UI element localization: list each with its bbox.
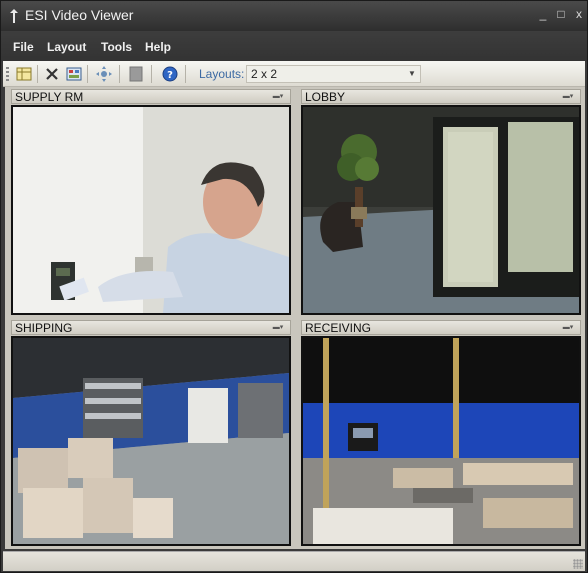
ptz-icon[interactable] bbox=[95, 65, 113, 83]
toolbar: ? Layouts: 2 x 2 ▼ bbox=[3, 61, 585, 87]
resize-grip-icon[interactable] bbox=[573, 559, 583, 569]
toolbar-grip[interactable] bbox=[6, 67, 9, 81]
help-icon[interactable]: ? bbox=[161, 65, 179, 83]
menu-tools[interactable]: Tools bbox=[101, 40, 132, 54]
delete-icon[interactable] bbox=[43, 65, 61, 83]
blank-icon[interactable] bbox=[127, 65, 145, 83]
camera-video[interactable] bbox=[301, 336, 581, 546]
menu-layout[interactable]: Layout bbox=[47, 40, 86, 54]
pane-menu-icon[interactable]: ▬▾ bbox=[272, 324, 284, 332]
camera-pane[interactable]: LOBBY ▬▾ bbox=[295, 87, 585, 318]
maximize-button[interactable]: □ bbox=[553, 7, 569, 21]
toolbar-separator bbox=[37, 65, 38, 83]
menu-file[interactable]: File bbox=[13, 40, 34, 54]
layout-select-value: 2 x 2 bbox=[251, 67, 278, 81]
layouts-label: Layouts: bbox=[199, 67, 245, 81]
app-window: ESI Video Viewer _ □ x File Layout Tools… bbox=[0, 0, 588, 573]
grid-icon[interactable] bbox=[15, 65, 33, 83]
camera-name: SHIPPING bbox=[15, 321, 73, 335]
video-frame-shipping bbox=[13, 338, 289, 544]
camera-header: SHIPPING ▬▾ bbox=[11, 320, 291, 335]
video-frame-lobby bbox=[303, 107, 579, 313]
pane-menu-icon[interactable]: ▬▾ bbox=[562, 324, 574, 332]
camera-pane[interactable]: RECEIVING ▬▾ bbox=[295, 318, 585, 549]
layout-icon[interactable] bbox=[65, 65, 83, 83]
toolbar-separator bbox=[151, 65, 152, 83]
toolbar-separator bbox=[185, 65, 186, 83]
svg-text:?: ? bbox=[167, 70, 173, 81]
menu-bar: File Layout Tools Help bbox=[1, 31, 587, 61]
video-frame-supply-room bbox=[13, 107, 289, 313]
close-button[interactable]: x bbox=[571, 7, 587, 21]
camera-video[interactable] bbox=[301, 105, 581, 315]
camera-header: SUPPLY RM ▬▾ bbox=[11, 89, 291, 104]
camera-pane[interactable]: SHIPPING ▬▾ bbox=[5, 318, 295, 549]
status-bar bbox=[3, 551, 585, 571]
camera-video[interactable] bbox=[11, 105, 291, 315]
menu-help[interactable]: Help bbox=[145, 40, 171, 54]
app-logo-icon bbox=[10, 9, 18, 23]
toolbar-separator bbox=[119, 65, 120, 83]
camera-name: SUPPLY RM bbox=[15, 90, 84, 104]
layout-select[interactable]: 2 x 2 ▼ bbox=[246, 65, 421, 83]
pane-menu-icon[interactable]: ▬▾ bbox=[272, 93, 284, 101]
camera-header: LOBBY ▬▾ bbox=[301, 89, 581, 104]
minimize-button[interactable]: _ bbox=[535, 7, 551, 21]
chevron-down-icon[interactable]: ▼ bbox=[406, 67, 418, 81]
camera-pane[interactable]: SUPPLY RM ▬▾ bbox=[5, 87, 295, 318]
pane-menu-icon[interactable]: ▬▾ bbox=[562, 93, 574, 101]
window-title: ESI Video Viewer bbox=[25, 7, 134, 23]
camera-header: RECEIVING ▬▾ bbox=[301, 320, 581, 335]
camera-name: RECEIVING bbox=[305, 321, 372, 335]
title-bar[interactable]: ESI Video Viewer _ □ x bbox=[1, 1, 587, 31]
video-frame-receiving bbox=[303, 338, 579, 544]
camera-video[interactable] bbox=[11, 336, 291, 546]
toolbar-separator bbox=[87, 65, 88, 83]
camera-grid: SUPPLY RM ▬▾ LOBBY ▬▾ SHIPPING ▬▾ RECEIV… bbox=[5, 87, 585, 549]
camera-name: LOBBY bbox=[305, 90, 346, 104]
